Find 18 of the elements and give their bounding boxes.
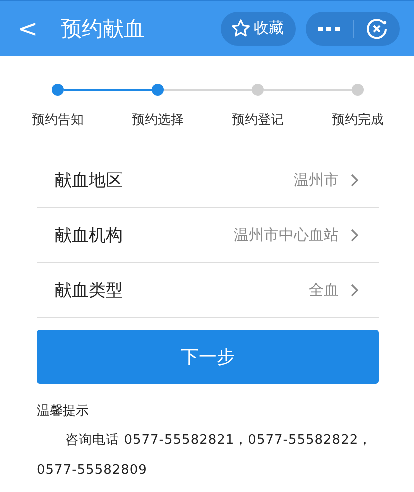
step-label: 预约完成 [332,112,384,129]
step-label: 预约登记 [232,112,284,129]
step-label: 预约选择 [132,112,184,129]
tip-text: 咨询电话 0577-55582821，0577-55582822，0577-55582809 [37,432,374,480]
form-row[interactable]: 献血地区 温州市 [37,153,379,208]
form-row[interactable]: 献血类型 全血 [37,263,379,318]
chevron-icon [351,228,359,242]
form-row[interactable]: 献血机构 温州市中心血站 [37,208,379,263]
tip-title: 温馨提示 [37,403,90,420]
next-step-button[interactable]: 下一步 [37,330,379,384]
chevron-icon [351,174,359,186]
favorite-button[interactable]: 收藏 [221,12,296,46]
page-title: 预约献血 [61,16,146,42]
close-icon [366,18,388,40]
chevron-icon [351,284,359,296]
more-icon [318,26,340,30]
step-label: 预约告知 [32,112,84,129]
star-icon [231,19,251,38]
